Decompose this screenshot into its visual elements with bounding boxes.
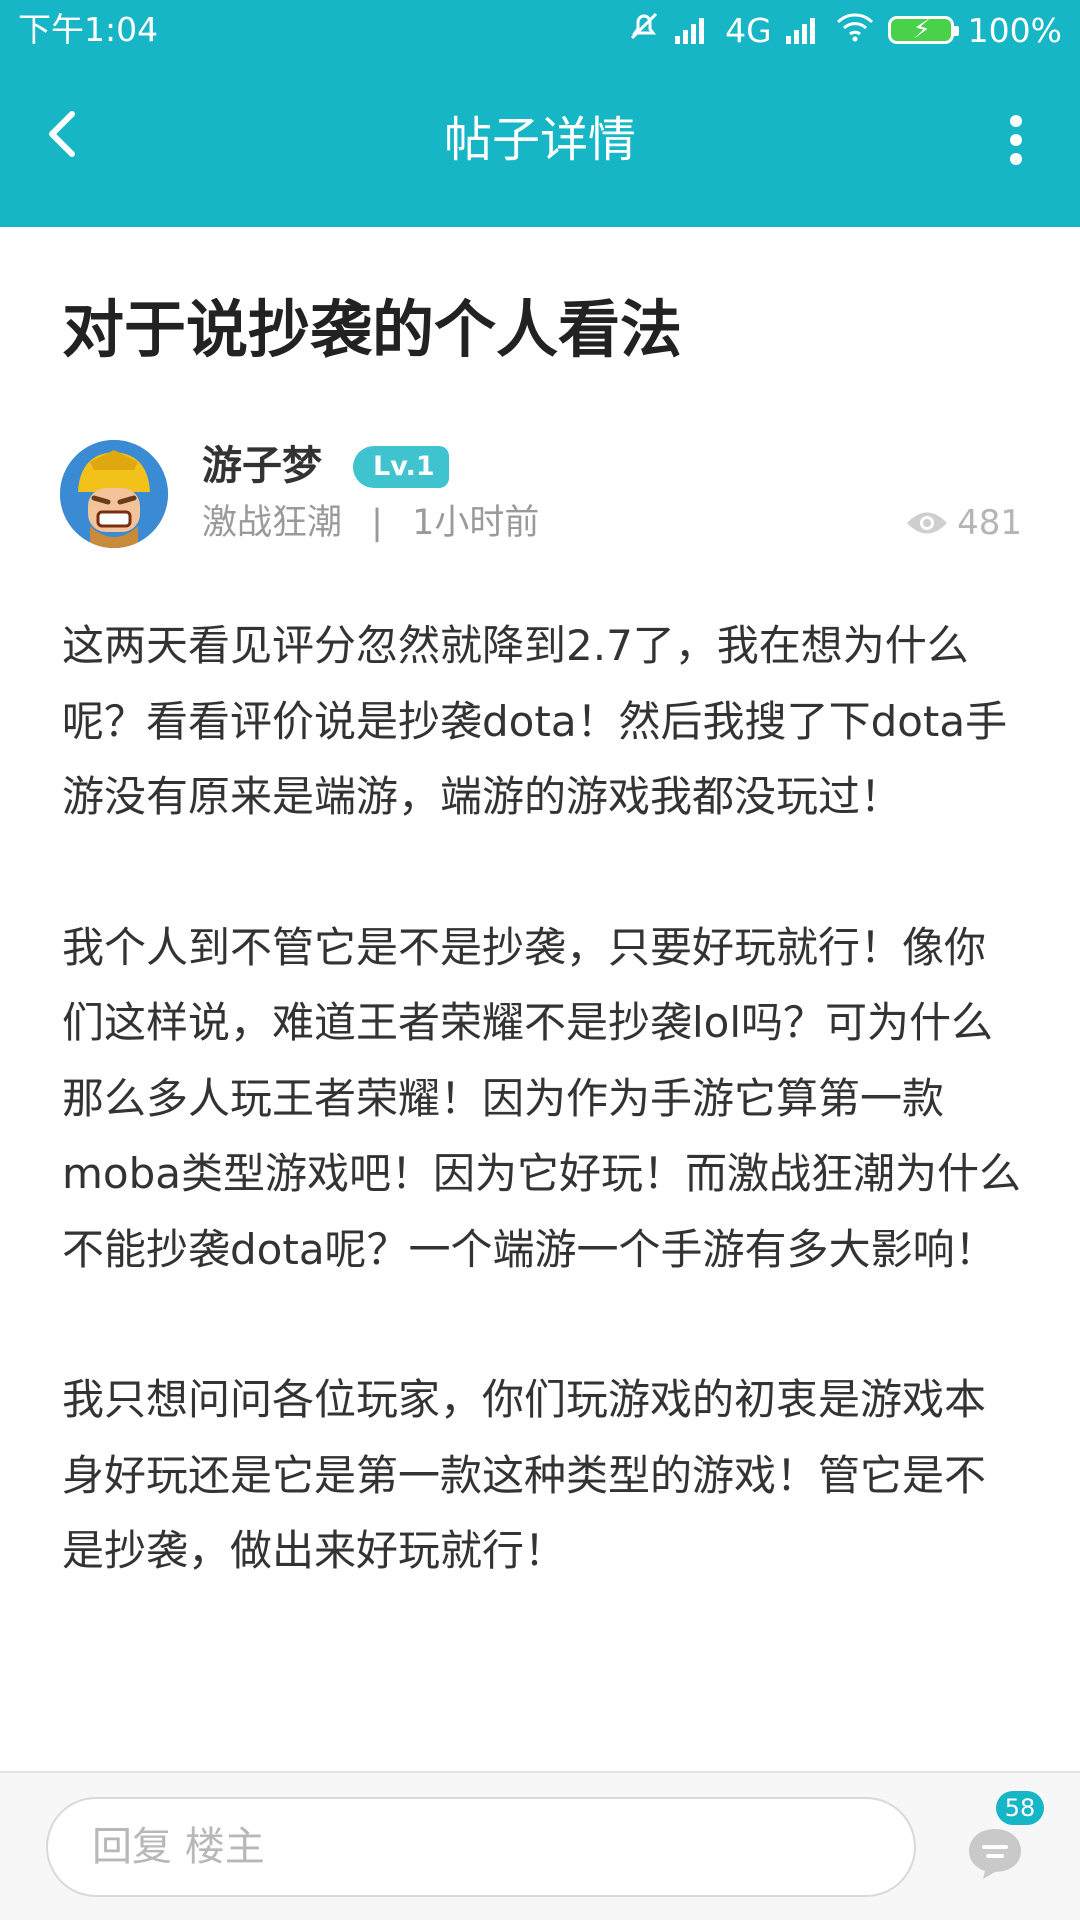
signal-icon (675, 16, 711, 44)
avatar[interactable] (60, 440, 168, 548)
comment-icon (969, 1829, 1021, 1879)
view-count-value: 481 (957, 503, 1022, 543)
post-paragraph-1: 这两天看见评分忽然就降到2.7了，我在想为什么呢？看看评价说是抄袭dota！然后… (62, 621, 1008, 821)
post-time: 1小时前 (412, 503, 540, 543)
status-bar: 下午1:04 4G ⚡ 100% (0, 0, 1080, 60)
post-paragraph-3: 我只想问问各位玩家，你们玩游戏的初衷是游戏本身好玩还是它是第一款这种类型的游戏！… (62, 1375, 987, 1575)
battery-level: 100% (967, 10, 1062, 50)
app-bar: 帖子详情 (0, 60, 1080, 227)
more-vertical-icon (1010, 115, 1022, 165)
level-badge: Lv.1 (353, 446, 449, 488)
game-name: 激战狂潮 (202, 503, 343, 543)
post-title: 对于说抄袭的个人看法 (62, 293, 683, 366)
meta-separator: | (371, 503, 383, 543)
reply-input[interactable]: 回复 楼主 (46, 1797, 916, 1897)
mute-icon (627, 9, 661, 51)
status-time: 下午1:04 (18, 10, 159, 49)
view-count: 481 (905, 500, 1022, 546)
wifi-icon (836, 11, 874, 50)
top-bar: 下午1:04 4G ⚡ 100% 帖子详情 (0, 0, 1080, 227)
author-name[interactable]: 游子梦 (202, 440, 322, 492)
author-row: 游子梦 Lv.1 激战狂潮 | 1小时前 481 (60, 440, 1022, 550)
comment-count-badge: 58 (996, 1791, 1044, 1825)
status-icons: 4G ⚡ 100% (627, 8, 1062, 52)
post-detail-screen: 下午1:04 4G ⚡ 100% 帖子详情 对于说抄袭的个人看法 游子梦 Lv.… (0, 0, 1080, 1920)
more-button[interactable] (1006, 114, 1026, 166)
avatar-barbarian-icon (60, 440, 168, 548)
post-body: 这两天看见评分忽然就降到2.7了，我在想为什么呢？看看评价说是抄袭dota！然后… (62, 608, 1022, 1664)
eye-icon (907, 512, 948, 534)
battery-icon: ⚡ (887, 15, 959, 45)
comments-button[interactable] (965, 1823, 1025, 1883)
reply-bar: 回复 楼主 58 (0, 1771, 1080, 1920)
signal-icon-2 (785, 16, 822, 44)
page-title: 帖子详情 (443, 112, 636, 168)
network-type: 4G (725, 10, 772, 50)
author-meta: 激战狂潮 | 1小时前 (202, 500, 539, 546)
post-paragraph-2: 我个人到不管它是不是抄袭，只要好玩就行！像你们这样说，难道王者荣耀不是抄袭lol… (62, 922, 1022, 1274)
